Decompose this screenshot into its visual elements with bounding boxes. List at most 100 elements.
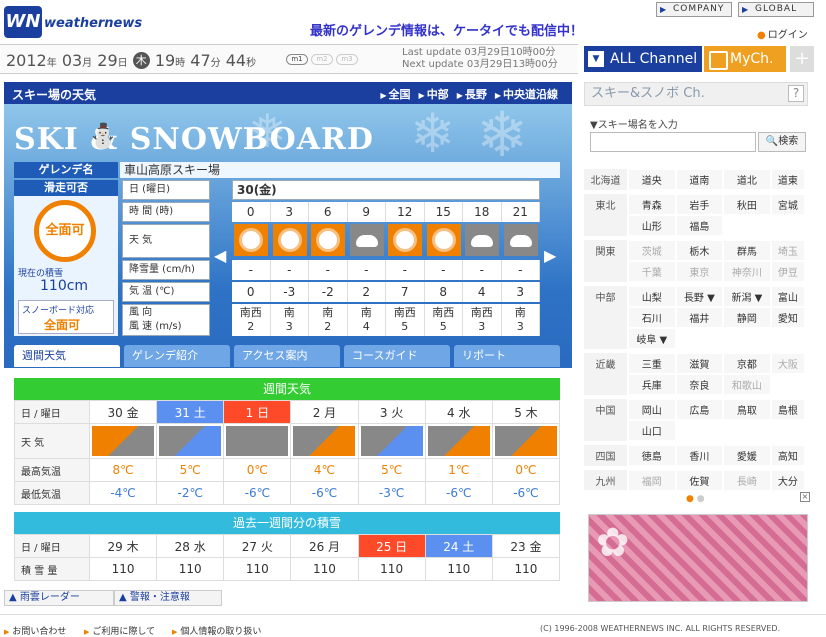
week-day: 1 日 (223, 400, 292, 424)
current-datetime: 2012年 03月 29日 木 19時 47分 44秒 (6, 51, 256, 70)
prefecture-link[interactable]: 高知 (769, 444, 807, 467)
prefecture-link: 東京 (674, 260, 725, 283)
tab-resort-info[interactable]: ゲレンデ紹介 (124, 345, 230, 367)
prefecture-link[interactable]: 石川 (627, 306, 677, 329)
wind-speed: 2 (324, 320, 332, 333)
footer-link-terms[interactable]: ご利用に際して (84, 624, 155, 637)
prefecture-link[interactable]: 愛知 (769, 306, 807, 329)
prefecture-link[interactable]: 岐阜 ▼ (627, 327, 677, 350)
region-label[interactable]: 北海道 (584, 169, 628, 190)
prefecture-link[interactable]: 群馬 (722, 239, 772, 262)
prefecture-link[interactable]: 新潟 ▼ (722, 285, 772, 308)
close-icon[interactable]: × (800, 492, 810, 502)
wind-direction: 南 (283, 306, 295, 319)
week-day: 3 火 (357, 400, 426, 424)
prefecture-link[interactable]: 広島 (674, 398, 725, 421)
region-row: 兵庫 奈良 和歌山 (584, 373, 805, 396)
login-link[interactable]: ログイン (757, 26, 808, 41)
prefecture-link[interactable]: 島根 (769, 398, 807, 421)
ski-status-badge: 全面可 (34, 200, 96, 262)
tab-course-guide[interactable]: コースガイド (344, 345, 450, 367)
forecast-temp: 2 (347, 282, 386, 302)
prefecture-link[interactable]: 三重 (627, 352, 677, 375)
rain-radar-link[interactable]: ▲ 雨雲レーダー (4, 590, 114, 606)
prefecture-link[interactable]: 兵庫 (627, 373, 677, 396)
warnings-link[interactable]: ▲ 警報・注意報 (114, 590, 222, 606)
wind-dir-label: 風 向 (129, 307, 153, 318)
empty-cell (771, 328, 805, 349)
prefecture-link[interactable]: 香川 (674, 444, 725, 467)
tab-weekly[interactable]: 週間天気 (14, 345, 120, 367)
prev-arrow-icon[interactable]: ◀ (214, 246, 226, 265)
prefecture-link[interactable]: 佐賀 (674, 469, 725, 490)
sunny-icon (272, 224, 307, 256)
wind-speed: 3 (478, 320, 486, 333)
my-channel-tab[interactable]: MyCh. (704, 46, 786, 72)
breadcrumb-item[interactable]: 全国 (372, 88, 410, 101)
prefecture-link[interactable]: 大分 (769, 469, 807, 490)
search-button[interactable]: 🔍検索 (758, 132, 806, 152)
row-label-temp: 気 温 (℃) (122, 282, 210, 302)
prefecture-link[interactable]: 長野 ▼ (674, 285, 725, 308)
company-button[interactable]: COMPANY (656, 2, 732, 17)
prefecture-link[interactable]: 滋賀 (674, 352, 725, 375)
promo-link[interactable]: 最新のゲレンデ情報は、ケータイでも配信中！ (310, 20, 583, 39)
prefecture-link[interactable]: 愛媛 (722, 444, 772, 467)
region-label[interactable]: 東北 (584, 194, 628, 215)
prefecture-link[interactable]: 京都 (722, 352, 772, 375)
forecast-temp: 8 (424, 282, 463, 302)
forecast-hour: 18 (463, 202, 502, 222)
region-label[interactable]: 近畿 (584, 353, 628, 374)
resort-search-input[interactable] (590, 132, 756, 152)
carousel-dots[interactable]: ● ● (686, 494, 705, 504)
mode-m3-button[interactable]: m3 (336, 54, 358, 65)
prefecture-link[interactable]: 道北 (722, 168, 772, 191)
mode-m1-button[interactable]: m1 (286, 54, 308, 65)
mode-m2-button[interactable]: m2 (311, 54, 333, 65)
region-label[interactable]: 九州 (584, 470, 628, 490)
prefecture-link[interactable]: 道央 (627, 168, 677, 191)
next-arrow-icon[interactable]: ▶ (544, 246, 556, 265)
tab-report[interactable]: リポート (454, 345, 560, 367)
prefecture-link[interactable]: 岩手 (674, 193, 725, 216)
prefecture-link[interactable]: 福井 (674, 306, 725, 329)
forecast-wind: 南3 (501, 304, 540, 336)
prefecture-link[interactable]: 栃木 (674, 239, 725, 262)
help-button[interactable]: ? (788, 85, 804, 102)
prefecture-link[interactable]: 青森 (627, 193, 677, 216)
add-channel-button[interactable]: + (790, 46, 814, 72)
weathernews-logo[interactable]: WN weathernews (4, 4, 142, 38)
prefecture-link[interactable]: 岡山 (627, 398, 677, 421)
forecast-wind: 南4 (347, 304, 386, 336)
all-channel-tab[interactable]: ALL Channel (584, 46, 702, 72)
prefecture-link[interactable]: 山口 (627, 419, 677, 442)
region-label[interactable]: 四国 (584, 445, 628, 466)
prefecture-link[interactable]: 山梨 (627, 285, 677, 308)
prefecture-link[interactable]: 奈良 (674, 373, 725, 396)
prefecture-link[interactable]: 富山 (769, 285, 807, 308)
region-label[interactable]: 中国 (584, 399, 628, 420)
region-label[interactable]: 中部 (584, 286, 628, 307)
breadcrumb-item[interactable]: 中部 (411, 88, 449, 101)
prefecture-link[interactable]: 福島 (674, 214, 725, 237)
prefecture-link[interactable]: 道南 (674, 168, 725, 191)
prefecture-link[interactable]: 徳島 (627, 444, 677, 467)
past-snow-table: 日 / 曜日 29 木 28 水 27 火 26 月 25 日 24 土 23 金積 雪 量1… (14, 534, 561, 581)
prefecture-link[interactable]: 宮城 (769, 193, 807, 216)
region-label[interactable]: 関東 (584, 240, 628, 261)
past-day: 25 日 (357, 534, 426, 558)
footer-link-contact[interactable]: お問い合わせ (4, 624, 66, 637)
prefecture-link[interactable]: 鳥取 (722, 398, 772, 421)
prefecture-link[interactable]: 静岡 (722, 306, 772, 329)
region-row: 山形 福島 (584, 214, 805, 237)
row-label-precip: 降雪量 (cm/h) (122, 260, 210, 280)
prefecture-link[interactable]: 道東 (769, 168, 807, 191)
row-label: 最高気温 (14, 458, 90, 482)
prefecture-link[interactable]: 秋田 (722, 193, 772, 216)
footer-link-privacy[interactable]: 個人情報の取り扱い (172, 624, 261, 637)
sunny-cloudy-icon (92, 426, 155, 456)
tab-access[interactable]: アクセス案内 (234, 345, 340, 367)
global-button[interactable]: GLOBAL (738, 2, 814, 17)
prefecture-link[interactable]: 山形 (627, 214, 677, 237)
past-day: 27 火 (223, 534, 292, 558)
